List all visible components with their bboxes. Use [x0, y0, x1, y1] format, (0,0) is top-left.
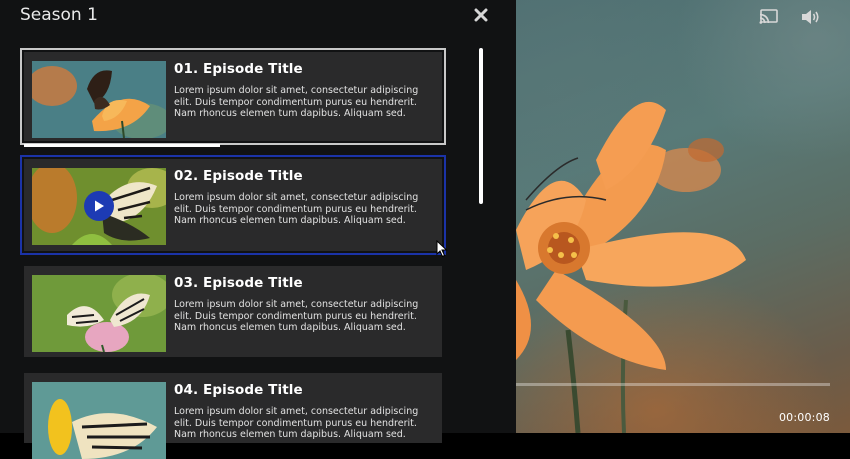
- play-icon: [95, 200, 104, 212]
- episode-title: 02. Episode Title: [174, 168, 303, 184]
- episode-description: Lorem ipsum dolor sit amet, consectetur …: [174, 406, 419, 440]
- video-player[interactable]: 00:00:08: [516, 0, 850, 433]
- episode-panel: Season 1 01. Episode Title Lorem ipsum d…: [0, 0, 516, 459]
- playback-progress-bar[interactable]: [516, 383, 830, 386]
- mouse-cursor-icon: [436, 239, 448, 262]
- close-icon: [474, 8, 488, 22]
- episode-description: Lorem ipsum dolor sit amet, consectetur …: [174, 299, 419, 333]
- episode-list-scrollbar[interactable]: [479, 48, 483, 204]
- episode-description: Lorem ipsum dolor sit amet, consectetur …: [174, 192, 419, 226]
- episode-thumbnail: [32, 61, 166, 138]
- cast-icon[interactable]: [758, 6, 780, 28]
- episode-title: 01. Episode Title: [174, 61, 303, 77]
- episode-watched-progress: [24, 144, 221, 147]
- episode-thumbnail: [32, 275, 166, 352]
- season-title: Season 1: [20, 5, 98, 25]
- playback-time: 00:00:08: [778, 411, 830, 424]
- close-button[interactable]: [472, 6, 490, 24]
- episode-thumbnail: [32, 382, 166, 459]
- episode-thumbnail: [32, 168, 166, 245]
- play-button[interactable]: [84, 191, 114, 221]
- volume-icon[interactable]: [800, 6, 822, 28]
- episode-description: Lorem ipsum dolor sit amet, consectetur …: [174, 85, 419, 119]
- episode-title: 03. Episode Title: [174, 275, 303, 291]
- episode-title: 04. Episode Title: [174, 382, 303, 398]
- video-frame-flower: [516, 101, 746, 433]
- episode-card[interactable]: 01. Episode Title Lorem ipsum dolor sit …: [20, 48, 446, 147]
- episode-card[interactable]: 02. Episode Title Lorem ipsum dolor sit …: [20, 155, 446, 255]
- episode-card[interactable]: 03. Episode Title Lorem ipsum dolor sit …: [24, 266, 442, 357]
